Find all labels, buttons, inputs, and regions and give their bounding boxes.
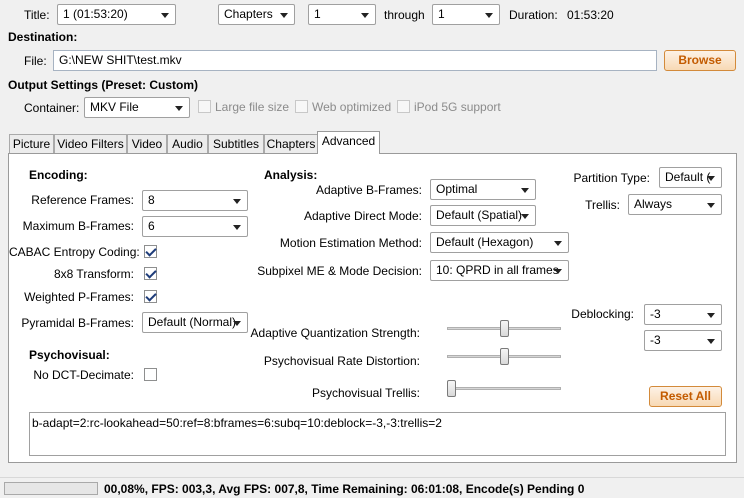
aq-strength-slider-thumb[interactable] bbox=[499, 320, 509, 337]
partition-type-select[interactable]: Default ( bbox=[659, 167, 722, 188]
title-select[interactable]: 1 (01:53:20) bbox=[57, 4, 176, 25]
web-optimized-label: Web optimized bbox=[312, 100, 392, 114]
ipod-support-label: iPod 5G support bbox=[414, 100, 501, 114]
duration-value: 01:53:20 bbox=[567, 8, 614, 22]
file-label: File: bbox=[24, 54, 47, 68]
title-label: Title: bbox=[24, 8, 50, 22]
subpixel-me-label: Subpixel ME & Mode Decision: bbox=[257, 264, 422, 278]
reference-frames-select[interactable]: 8 bbox=[142, 190, 248, 211]
encoding-heading: Encoding: bbox=[29, 168, 88, 182]
tab-video-filters[interactable]: Video Filters bbox=[54, 134, 127, 153]
duration-label: Duration: bbox=[509, 8, 558, 22]
adaptive-direct-mode-select[interactable]: Default (Spatial) bbox=[430, 205, 536, 226]
adaptive-direct-mode-label: Adaptive Direct Mode: bbox=[303, 209, 422, 223]
large-file-checkbox[interactable] bbox=[198, 100, 211, 113]
adaptive-b-frames-select[interactable]: Optimal bbox=[430, 179, 536, 200]
output-settings-heading: Output Settings (Preset: Custom) bbox=[8, 78, 199, 92]
through-label: through bbox=[384, 8, 425, 22]
cabac-checkbox[interactable] bbox=[144, 245, 157, 258]
weighted-p-frames-label: Weighted P-Frames: bbox=[24, 290, 134, 304]
transform-8x8-checkbox[interactable] bbox=[144, 267, 157, 280]
motion-estimation-label: Motion Estimation Method: bbox=[279, 236, 422, 250]
no-dct-decimate-checkbox[interactable] bbox=[144, 368, 157, 381]
deblocking-strength-select[interactable]: -3 bbox=[644, 304, 722, 325]
psy-rd-label: Psychovisual Rate Distortion: bbox=[263, 354, 420, 368]
file-path-input[interactable]: G:\NEW SHIT\test.mkv bbox=[53, 50, 657, 71]
encode-progress-bar bbox=[4, 482, 98, 495]
adaptive-b-frames-label: Adaptive B-Frames: bbox=[315, 183, 422, 197]
aq-strength-label: Adaptive Quantization Strength: bbox=[250, 326, 420, 340]
tab-audio[interactable]: Audio bbox=[167, 134, 208, 153]
tab-video[interactable]: Video bbox=[127, 134, 167, 153]
psychovisual-heading: Psychovisual: bbox=[29, 348, 110, 362]
reset-all-button[interactable]: Reset All bbox=[649, 386, 722, 407]
destination-heading: Destination: bbox=[8, 30, 78, 44]
tab-advanced[interactable]: Advanced bbox=[317, 131, 380, 154]
psy-rd-slider-thumb[interactable] bbox=[499, 348, 509, 365]
analysis-heading: Analysis: bbox=[264, 168, 318, 182]
container-select[interactable]: MKV File bbox=[84, 97, 190, 118]
x264-options-textarea[interactable]: b-adapt=2:rc-lookahead=50:ref=8:bframes=… bbox=[29, 412, 726, 456]
trellis-label: Trellis: bbox=[585, 198, 620, 212]
status-bar: 00,08%, FPS: 003,3, Avg FPS: 007,8, Time… bbox=[0, 477, 744, 498]
cabac-label: CABAC Entropy Coding: bbox=[9, 245, 140, 259]
deblocking-threshold-select[interactable]: -3 bbox=[644, 330, 722, 351]
start-chapter-select[interactable]: 1 bbox=[308, 4, 376, 25]
no-dct-decimate-label: No DCT-Decimate: bbox=[33, 368, 134, 382]
pyramidal-b-frames-label: Pyramidal B-Frames: bbox=[21, 316, 134, 330]
large-file-label: Large file size bbox=[215, 100, 290, 114]
tab-picture[interactable]: Picture bbox=[9, 134, 54, 153]
maximum-b-frames-label: Maximum B-Frames: bbox=[22, 219, 134, 233]
status-text: 00,08%, FPS: 003,3, Avg FPS: 007,8, Time… bbox=[104, 482, 585, 496]
tab-subtitles[interactable]: Subtitles bbox=[208, 134, 264, 153]
psy-trellis-slider-thumb[interactable] bbox=[447, 380, 456, 397]
subpixel-me-select[interactable]: 10: QPRD in all frames bbox=[430, 260, 569, 281]
trellis-select[interactable]: Always bbox=[628, 194, 722, 215]
partition-type-label: Partition Type: bbox=[573, 171, 651, 185]
container-label: Container: bbox=[24, 101, 80, 115]
browse-button[interactable]: Browse bbox=[664, 50, 736, 71]
advanced-panel: Encoding: Reference Frames: 8 Maximum B-… bbox=[8, 153, 737, 463]
range-mode-select[interactable]: Chapters bbox=[218, 4, 295, 25]
deblocking-label: Deblocking: bbox=[571, 307, 634, 321]
ipod-checkbox[interactable] bbox=[397, 100, 410, 113]
psy-trellis-slider-track[interactable] bbox=[447, 387, 561, 390]
web-optimized-checkbox[interactable] bbox=[295, 100, 308, 113]
maximum-b-frames-select[interactable]: 6 bbox=[142, 216, 248, 237]
tab-chapters[interactable]: Chapters bbox=[264, 134, 318, 153]
end-chapter-select[interactable]: 1 bbox=[432, 4, 500, 25]
motion-estimation-select[interactable]: Default (Hexagon) bbox=[430, 232, 569, 253]
pyramidal-b-frames-select[interactable]: Default (Normal) bbox=[142, 312, 248, 333]
psy-trellis-label: Psychovisual Trellis: bbox=[311, 386, 420, 400]
reference-frames-label: Reference Frames: bbox=[31, 193, 134, 207]
transform-8x8-label: 8x8 Transform: bbox=[53, 267, 134, 281]
weighted-p-frames-checkbox[interactable] bbox=[144, 290, 157, 303]
